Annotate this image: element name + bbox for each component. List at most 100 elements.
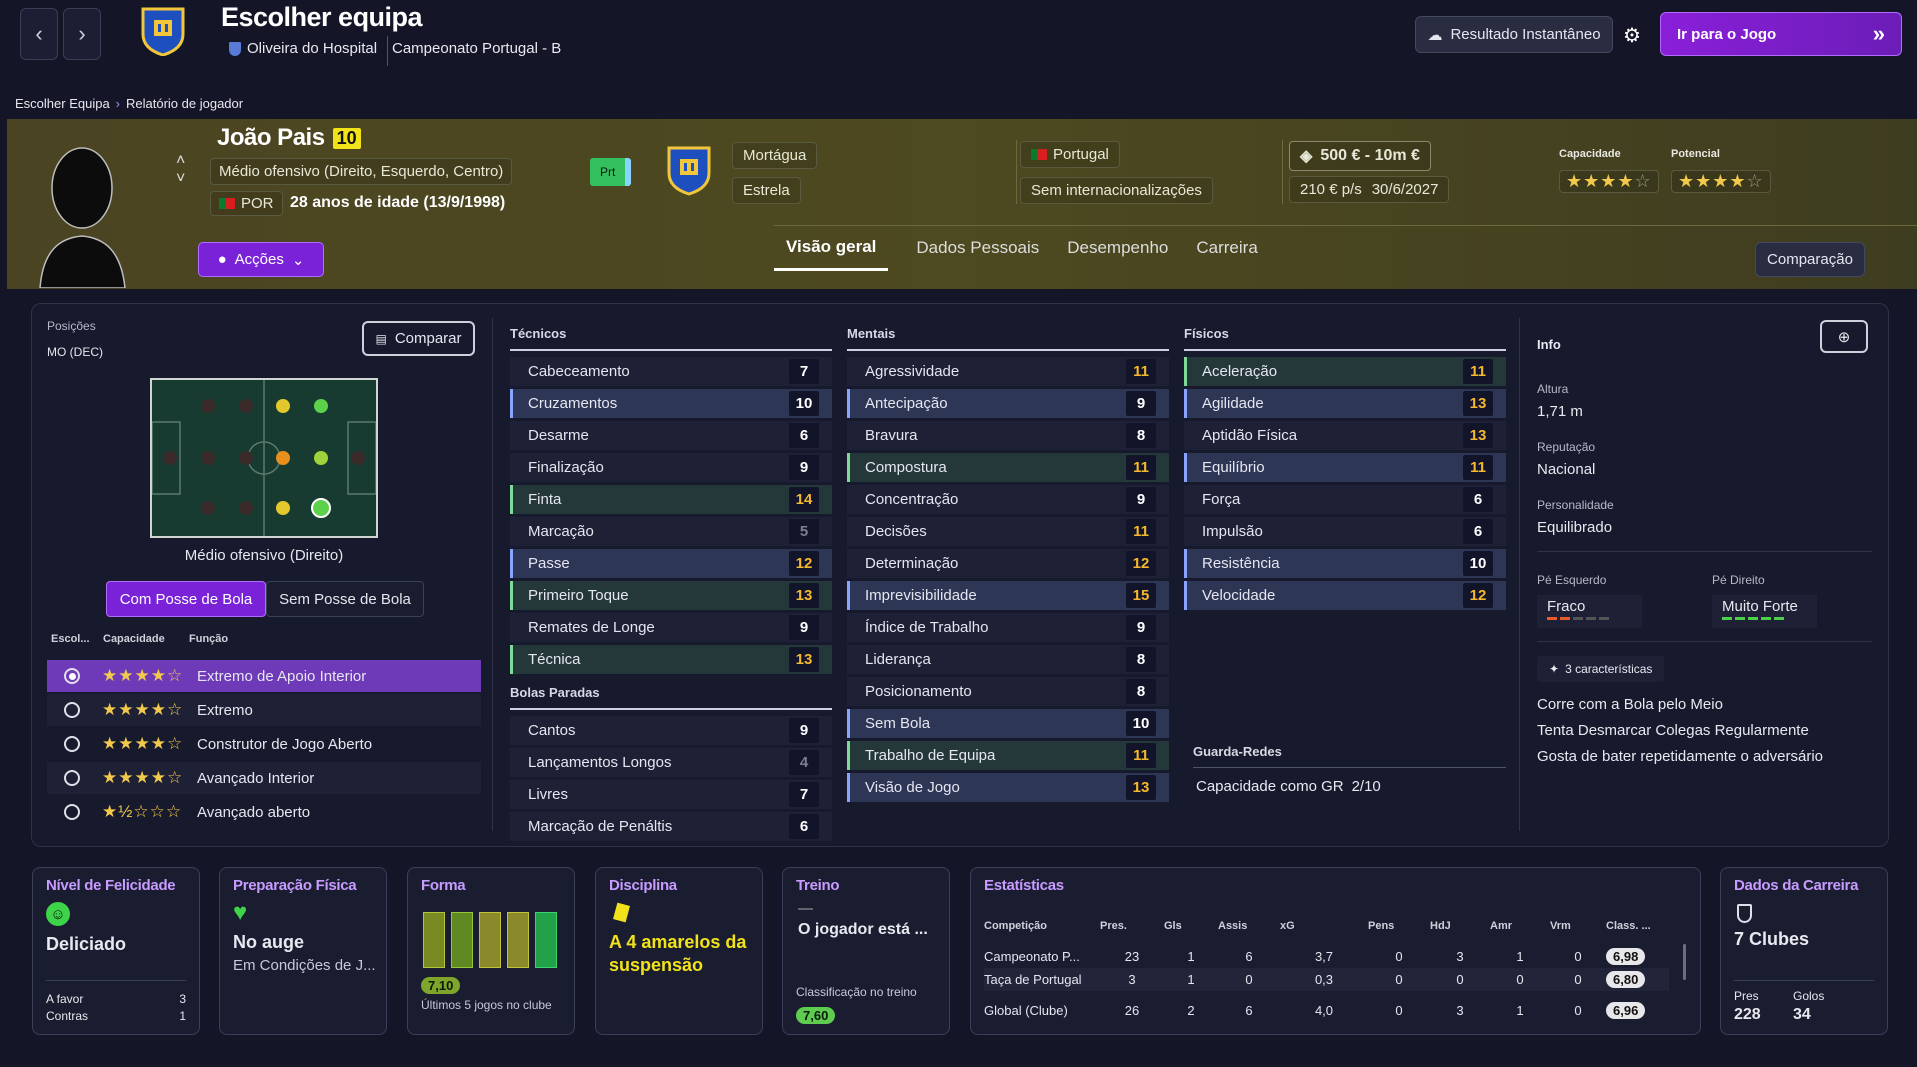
go-to-game-button[interactable]: Ir para o Jogo » <box>1660 12 1902 56</box>
attr-row[interactable]: Aceleração 11 <box>1184 357 1506 386</box>
attr-row[interactable]: Força 6 <box>1184 485 1506 514</box>
role-row[interactable]: ★★★★☆ Construtor de Jogo Aberto <box>47 728 481 760</box>
radio-button[interactable] <box>64 668 80 684</box>
country[interactable]: Portugal <box>1020 141 1120 168</box>
player-club-crest[interactable] <box>666 142 712 203</box>
compare-positions-button[interactable]: ▤ Comparar <box>362 321 475 356</box>
role-row[interactable]: ★★★★☆ Avançado Interior <box>47 762 481 794</box>
form-bars <box>423 910 557 968</box>
player-club-name[interactable]: Mortágua <box>732 142 818 169</box>
table-cell: 1 <box>1516 1003 1524 1018</box>
attr-row[interactable]: Equilíbrio 11 <box>1184 453 1506 482</box>
attr-row[interactable]: Técnica 13 <box>510 645 832 674</box>
table-cell: 0 <box>1574 949 1582 964</box>
attr-row[interactable]: Cantos 9 <box>510 716 832 745</box>
breadcrumb-root[interactable]: Escolher Equipa <box>15 96 110 111</box>
attr-row[interactable]: Decisões 11 <box>847 517 1169 546</box>
radio-button[interactable] <box>64 804 80 820</box>
attr-row[interactable]: Remates de Longe 9 <box>510 613 832 642</box>
attr-row[interactable]: Impulsão 6 <box>1184 517 1506 546</box>
traits-badge[interactable]: ✦ 3 características <box>1537 656 1665 682</box>
attr-name: Determinação <box>865 555 959 572</box>
with-ball-toggle[interactable]: Com Posse de Bola <box>106 581 266 617</box>
table-cell: 0,3 <box>1314 972 1334 987</box>
competition-link[interactable]: Campeonato Portugal - B <box>387 36 561 66</box>
gear-icon[interactable]: ⚙ <box>1623 23 1641 48</box>
shield-icon <box>1737 904 1752 923</box>
attr-value: 12 <box>789 551 819 576</box>
attr-row[interactable]: Posicionamento 8 <box>847 677 1169 706</box>
capacity-stars: ★★★★☆ <box>1559 170 1659 193</box>
attr-row[interactable]: Finalização 9 <box>510 453 832 482</box>
happiness-card[interactable]: Nível de Felicidade ☺ Deliciado A favor 3… <box>32 867 200 1035</box>
role-row[interactable]: ★★★★☆ Extremo de Apoio Interior <box>47 660 481 692</box>
attr-row[interactable]: Antecipação 9 <box>847 389 1169 418</box>
radio-button[interactable] <box>64 736 80 752</box>
attr-row[interactable]: Livres 7 <box>510 780 832 809</box>
table-row[interactable]: Campeonato P... 23 1 6 3,7 0 3 1 0 6,98 <box>984 945 1669 968</box>
attr-row[interactable]: Sem Bola 10 <box>847 709 1169 738</box>
table-cell: 3 <box>1128 972 1136 987</box>
discipline-card[interactable]: Disciplina A 4 amarelos da suspensão <box>595 867 763 1035</box>
attr-row[interactable]: Índice de Trabalho 9 <box>847 613 1169 642</box>
attr-row[interactable]: Determinação 12 <box>847 549 1169 578</box>
attr-row[interactable]: Agilidade 13 <box>1184 389 1506 418</box>
attr-row[interactable]: Agressividade 11 <box>847 357 1169 386</box>
attr-row[interactable]: Desarme 6 <box>510 421 832 450</box>
forward-button[interactable]: › <box>63 8 101 60</box>
attr-value: 4 <box>789 750 819 775</box>
role-row[interactable]: ★★★★☆ Extremo <box>47 694 481 726</box>
attr-row[interactable]: Cruzamentos 10 <box>510 389 832 418</box>
instant-result-button[interactable]: ☁ Resultado Instantâneo <box>1415 16 1613 53</box>
attr-row[interactable]: Cabeceamento 7 <box>510 357 832 386</box>
attr-row[interactable]: Lançamentos Longos 4 <box>510 748 832 777</box>
attr-row[interactable]: Aptidão Física 13 <box>1184 421 1506 450</box>
table-header-cell: Class. ... <box>1606 920 1651 932</box>
radio-button[interactable] <box>64 770 80 786</box>
attr-row[interactable]: Imprevisibilidade 15 <box>847 581 1169 610</box>
attr-value: 13 <box>1463 391 1493 416</box>
without-ball-toggle[interactable]: Sem Posse de Bola <box>266 581 424 617</box>
attr-row[interactable]: Bravura 8 <box>847 421 1169 450</box>
tag-icon: ◈ <box>1300 148 1313 165</box>
attr-row[interactable]: Visão de Jogo 13 <box>847 773 1169 802</box>
attr-value: 9 <box>1126 391 1156 416</box>
reputation-value: Nacional <box>1537 461 1596 478</box>
attr-row[interactable]: Passe 12 <box>510 549 832 578</box>
attr-row[interactable]: Marcação 5 <box>510 517 832 546</box>
table-row[interactable]: Taça de Portugal 3 1 0 0,3 0 0 0 0 6,80 <box>984 968 1669 991</box>
attr-row[interactable]: Marcação de Penáltis 6 <box>510 812 832 841</box>
player-nav[interactable]: ˄ ˅ <box>176 152 185 188</box>
attr-row[interactable]: Resistência 10 <box>1184 549 1506 578</box>
status-badge[interactable]: Prt <box>590 158 632 186</box>
comparison-button[interactable]: Comparação <box>1755 242 1865 277</box>
chevron-down-icon[interactable]: ˅ <box>176 170 185 188</box>
fitness-card[interactable]: Preparação Física ♥ No auge Em Condições… <box>219 867 387 1035</box>
settings-icon[interactable]: ⊕ <box>1820 320 1868 353</box>
tab-overview[interactable]: Visão geral <box>774 225 889 271</box>
statistics-card[interactable]: Estatísticas Competição Pres. Gls Assis … <box>970 867 1701 1035</box>
tab-personal[interactable]: Dados Pessoais <box>916 225 1039 271</box>
attr-row[interactable]: Liderança 8 <box>847 645 1169 674</box>
radio-button[interactable] <box>64 702 80 718</box>
role-row[interactable]: ★½☆☆☆ Avançado aberto <box>47 796 481 828</box>
attr-row[interactable]: Finta 14 <box>510 485 832 514</box>
attr-row[interactable]: Velocidade 12 <box>1184 581 1506 610</box>
tab-performance[interactable]: Desempenho <box>1067 225 1168 271</box>
back-button[interactable]: ‹ <box>20 8 58 60</box>
table-cell: 23 <box>1124 949 1140 964</box>
attr-row[interactable]: Concentração 9 <box>847 485 1169 514</box>
tab-career[interactable]: Carreira <box>1196 225 1257 271</box>
attr-row[interactable]: Compostura 11 <box>847 453 1169 482</box>
chevron-up-icon[interactable]: ˄ <box>176 152 185 170</box>
form-card[interactable]: Forma 7,10 Últimos 5 jogos no clube <box>407 867 575 1035</box>
training-card[interactable]: Treino — O jogador está ... Classificaçã… <box>782 867 950 1035</box>
actions-button[interactable]: ● Acções ⌄ <box>198 242 324 277</box>
attr-row[interactable]: Primeiro Toque 13 <box>510 581 832 610</box>
table-row[interactable]: Global (Clube) 26 2 6 4,0 0 3 1 0 6,96 <box>984 999 1669 1022</box>
stats-scrollbar[interactable] <box>1683 944 1686 980</box>
club-link[interactable]: Oliveira do Hospital <box>229 40 377 57</box>
attr-value: 10 <box>1126 711 1156 736</box>
career-card[interactable]: Dados da Carreira 7 Clubes Pres Golos 22… <box>1720 867 1888 1035</box>
attr-row[interactable]: Trabalho de Equipa 11 <box>847 741 1169 770</box>
